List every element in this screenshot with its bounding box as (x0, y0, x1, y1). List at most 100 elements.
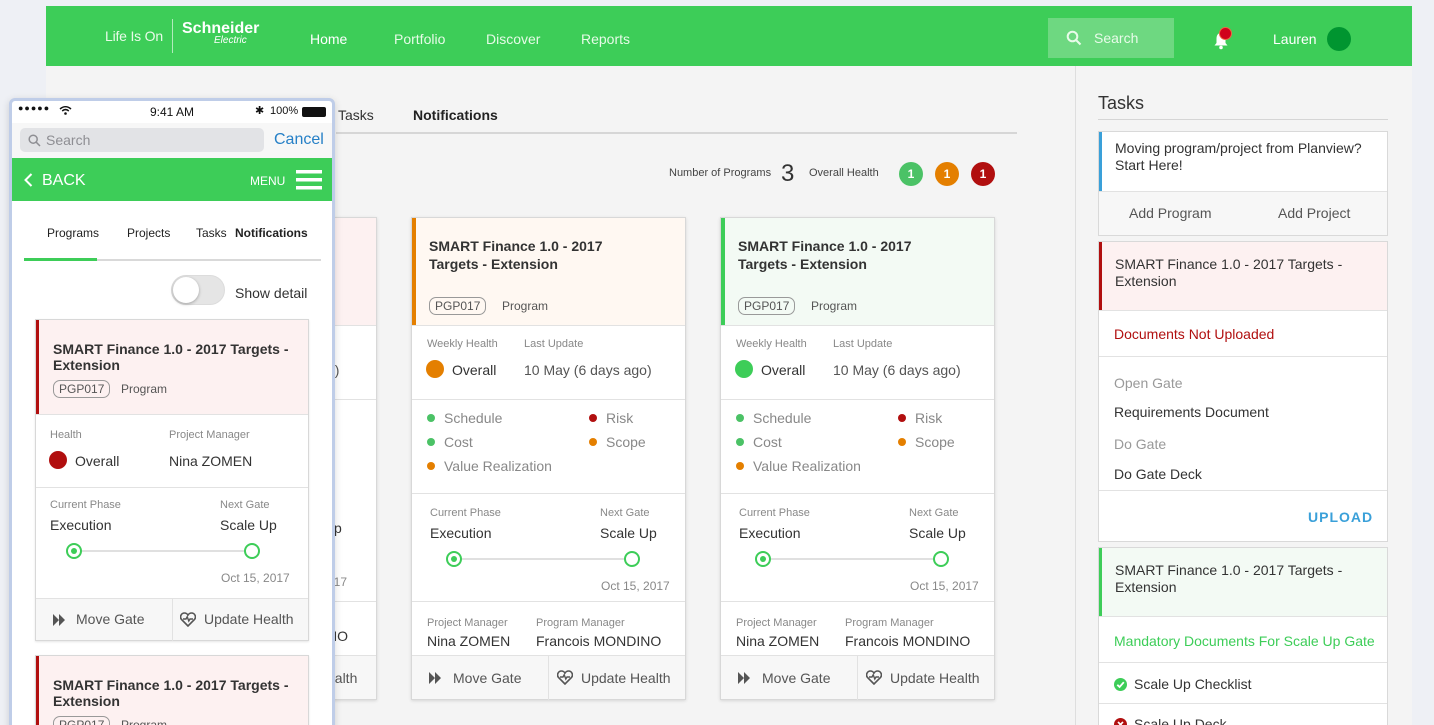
metric-value-realization: Value Realization (444, 458, 552, 474)
tab-tasks[interactable]: Tasks (338, 107, 374, 123)
divider (721, 399, 994, 400)
next-gate-value: Scale Up (600, 525, 657, 541)
metric-schedule: Schedule (444, 410, 503, 426)
gate-progress-track (74, 550, 254, 552)
show-detail-toggle[interactable] (171, 275, 225, 305)
move-gate-button[interactable]: Move Gate (762, 656, 830, 700)
user-name[interactable]: Lauren (1273, 31, 1317, 47)
tab-projects[interactable]: Projects (127, 226, 170, 240)
tab-notifications[interactable]: Notifications (235, 226, 308, 240)
gate-date: Oct 15, 2017 (601, 579, 670, 593)
program-manager-name: Francois MONDINO (536, 633, 662, 649)
search-icon (1066, 30, 1082, 46)
tab-underline (336, 132, 1017, 134)
move-gate-button[interactable]: Move Gate (76, 611, 144, 627)
do-gate-document[interactable]: Do Gate Deck (1114, 466, 1202, 482)
nav-reports[interactable]: Reports (581, 31, 630, 47)
card-title[interactable]: SMART Finance 1.0 - 2017 Targets - Exten… (738, 237, 958, 273)
weekly-health-label: Weekly Health (736, 338, 807, 350)
divider (1099, 616, 1387, 617)
divider (36, 414, 308, 415)
avatar[interactable] (1327, 27, 1351, 51)
overall-health-dot (49, 451, 67, 469)
logo-tagline: Life Is On (105, 28, 163, 44)
last-update-label: Last Update (524, 338, 584, 350)
health-badge-orange[interactable]: 1 (935, 162, 959, 186)
program-card[interactable]: SMART Finance 1.0 - 2017 Targets - Exten… (35, 655, 309, 725)
program-manager-label: Program Manager (536, 617, 625, 629)
document-item[interactable]: Scale Up Checklist (1134, 676, 1252, 692)
program-card[interactable]: SMART Finance 1.0 - 2017 Targets - Exten… (35, 319, 309, 641)
health-badge-red[interactable]: 1 (971, 162, 995, 186)
current-phase-label: Current Phase (739, 507, 810, 519)
status-dot (736, 462, 744, 470)
upload-button[interactable]: UPLOAD (1308, 509, 1373, 525)
search-placeholder: Search (1094, 30, 1139, 46)
current-phase-node (66, 543, 82, 559)
add-project-button[interactable]: Add Project (1278, 205, 1350, 221)
divider (172, 599, 173, 641)
show-detail-label: Show detail (235, 285, 308, 301)
back-button[interactable]: BACK (42, 172, 86, 190)
cancel-button[interactable]: Cancel (274, 131, 324, 149)
current-phase-label: Current Phase (50, 499, 121, 511)
program-type: Program (121, 718, 168, 725)
add-program-button[interactable]: Add Program (1129, 205, 1211, 221)
card-title[interactable]: SMART Finance 1.0 - 2017 Targets - Exten… (53, 341, 298, 373)
document-item[interactable]: Scale Up Deck (1134, 716, 1227, 725)
divider (412, 601, 685, 602)
current-phase-label: Current Phase (430, 507, 501, 519)
status-dot (898, 438, 906, 446)
tasks-title: Tasks (1098, 93, 1145, 113)
phone-header: BACK MENU (12, 158, 332, 201)
task-status: Documents Not Uploaded (1114, 326, 1275, 342)
program-card[interactable]: SMART Finance 1.0 - 2017 Targets - Exten… (720, 217, 995, 700)
task-card: SMART Finance 1.0 - 2017 Targets - Exten… (1098, 547, 1388, 725)
nav-home[interactable]: Home (310, 31, 347, 47)
move-gate-button[interactable]: Move Gate (453, 656, 521, 700)
card-footer: Move Gate Update Health (721, 655, 994, 700)
card-title[interactable]: SMART Finance 1.0 - 2017 Targets - Exten… (53, 677, 298, 709)
menu-label[interactable]: MENU (250, 174, 285, 188)
task-card-title[interactable]: SMART Finance 1.0 - 2017 Targets - Exten… (1099, 548, 1387, 616)
mobile-app: ●●●●● 9:41 AM ✱ 100% Search Cancel BACK … (9, 98, 335, 725)
program-card[interactable]: SMART Finance 1.0 - 2017 Targets - Exten… (411, 217, 686, 700)
project-manager-label: Project Manager (736, 617, 817, 629)
update-health-button[interactable]: Update Health (581, 656, 671, 700)
program-code-badge: PGP017 (53, 716, 111, 725)
chevron-left-icon[interactable] (24, 173, 33, 187)
metric-scope: Scope (606, 434, 646, 450)
last-update-label: Last Update (833, 338, 893, 350)
tab-notifications[interactable]: Notifications (413, 107, 498, 123)
tab-programs[interactable]: Programs (47, 226, 99, 240)
next-gate-label: Next Gate (909, 507, 959, 519)
metric-value-realization: Value Realization (753, 458, 861, 474)
divider (1099, 490, 1387, 491)
update-health-button[interactable]: Update Health (890, 656, 980, 700)
card-title[interactable]: SMART Finance 1.0 - 2017 Targets - Exten… (429, 237, 649, 273)
card-header: SMART Finance 1.0 - 2017 Targets - Exten… (36, 320, 308, 414)
overall-health-dot (735, 360, 753, 378)
health-badge-green[interactable]: 1 (899, 162, 923, 186)
status-dot (589, 414, 597, 422)
update-health-button[interactable]: Update Health (204, 611, 294, 627)
nav-discover[interactable]: Discover (486, 31, 540, 47)
overall-label: Overall (75, 453, 120, 469)
gate-progress-track (763, 558, 943, 560)
project-manager-label: Project Manager (427, 617, 508, 629)
task-card-title[interactable]: SMART Finance 1.0 - 2017 Targets - Exten… (1099, 242, 1387, 310)
project-manager-name: Nina ZOMEN (736, 633, 820, 649)
next-gate-value: Scale Up (220, 517, 277, 533)
programs-count-label: Number of Programs (669, 167, 772, 179)
open-gate-document[interactable]: Requirements Document (1114, 404, 1269, 420)
divider (1099, 662, 1387, 663)
search-input[interactable]: Search (1048, 18, 1174, 58)
nav-portfolio[interactable]: Portfolio (394, 31, 445, 47)
divider (721, 325, 994, 326)
health-label: Health (50, 429, 82, 441)
tab-tasks[interactable]: Tasks (196, 226, 227, 240)
phone-time: 9:41 AM (150, 105, 195, 119)
phone-search-input[interactable]: Search (20, 128, 264, 152)
program-type: Program (121, 382, 168, 396)
hamburger-icon[interactable] (296, 169, 322, 191)
